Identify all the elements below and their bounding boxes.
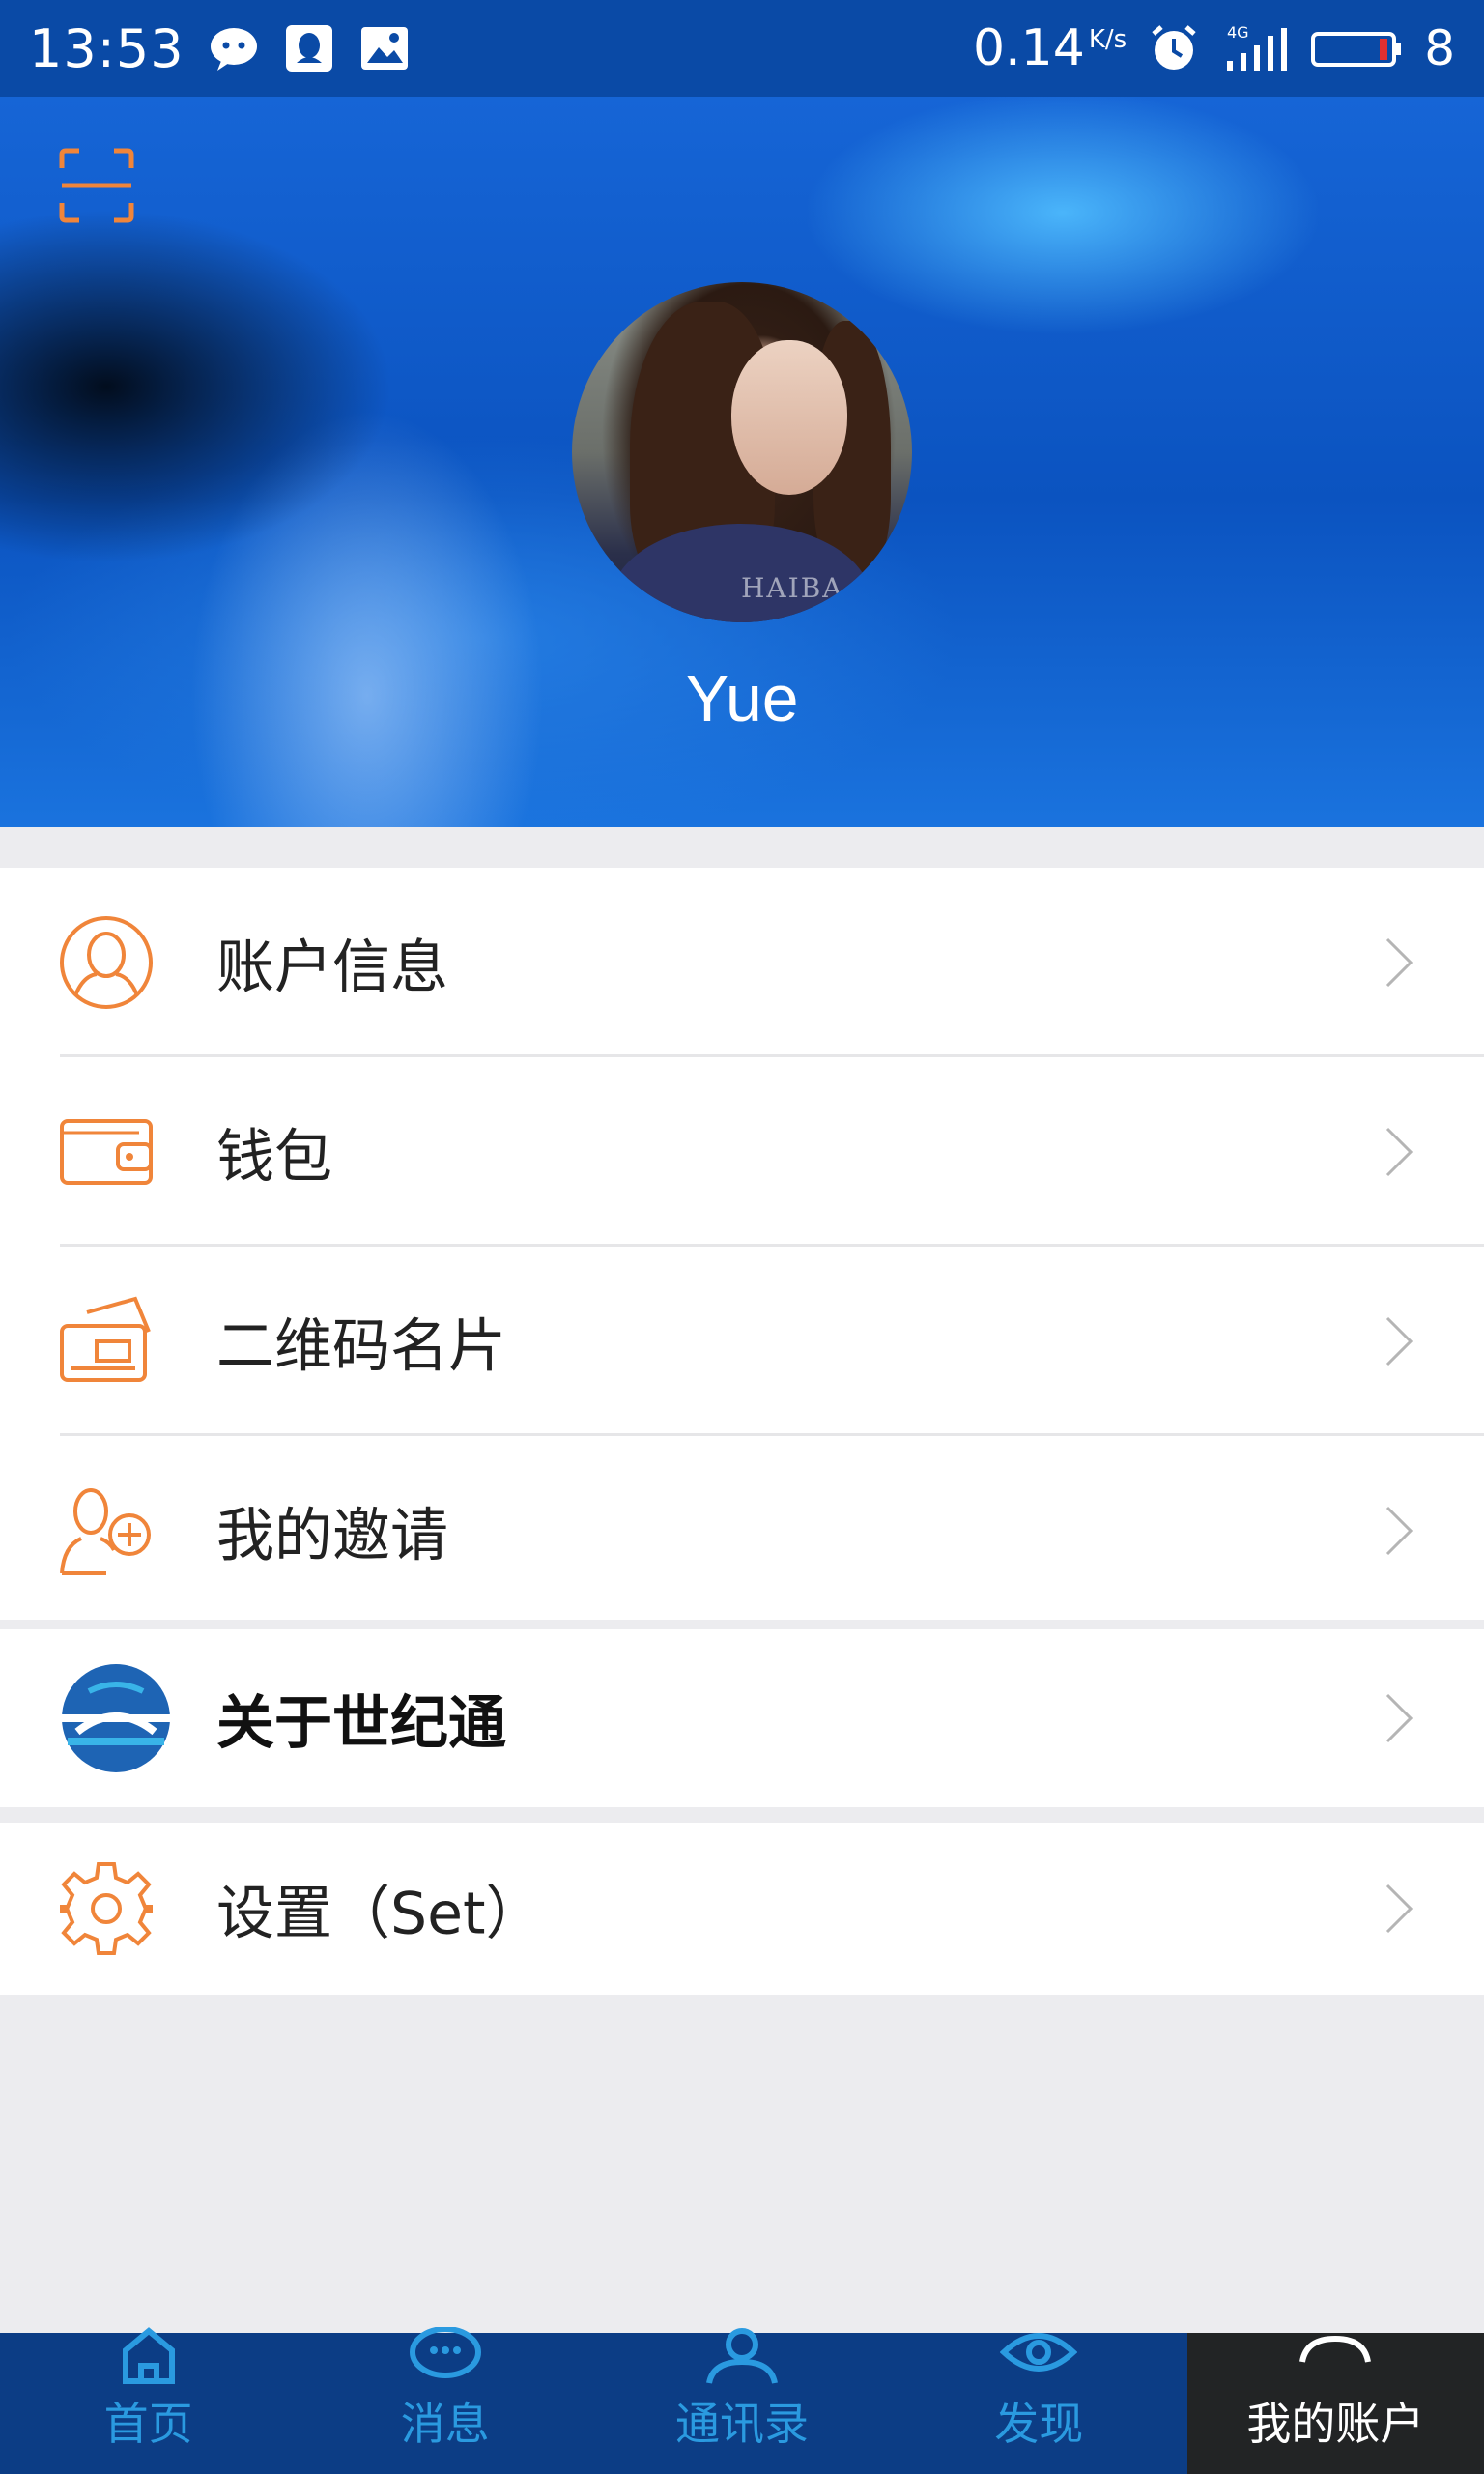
chevron-right-icon — [1382, 935, 1416, 990]
contacts-icon — [703, 2327, 781, 2385]
qr-card-icon — [58, 1293, 155, 1390]
nav-label: 首页 — [103, 2398, 193, 2450]
menu-label: 二维码名片 — [216, 1312, 506, 1381]
chevron-right-icon — [1382, 1125, 1416, 1179]
status-bar-left: 13:53 — [29, 0, 411, 97]
nav-label: 发现 — [994, 2398, 1084, 2450]
message-icon — [407, 2326, 484, 2385]
invite-user-icon — [58, 1482, 155, 1579]
username: Yue — [685, 662, 799, 735]
gallery-icon — [358, 22, 411, 74]
bottom-nav: 首页 消息 通讯录 发现 我的账户 — [0, 2326, 1484, 2474]
nav-item-messages[interactable]: 消息 — [297, 2326, 593, 2474]
nav-item-my-account[interactable]: 我的账户 — [1186, 2333, 1484, 2474]
alarm-icon — [1148, 22, 1200, 74]
nav-item-discover[interactable]: 发现 — [891, 2333, 1187, 2474]
app-logo-icon — [60, 1662, 172, 1774]
status-time: 13:53 — [29, 17, 185, 79]
status-bar-right: 0.14 K/s 4G 8 — [973, 0, 1455, 97]
qq-icon — [283, 22, 335, 74]
nav-label: 通讯录 — [675, 2398, 809, 2450]
network-speed-unit: K/s — [1088, 24, 1127, 54]
home-icon — [110, 2327, 187, 2385]
chevron-right-icon — [1382, 1691, 1416, 1745]
menu-label: 设置（Set） — [216, 1880, 544, 1948]
menu-label: 钱包 — [216, 1123, 332, 1192]
status-bar: 13:53 0.14 K/s 4G 8 — [0, 0, 1484, 97]
section-gap-settings — [0, 1807, 1484, 1823]
avatar[interactable]: HAIBA — [572, 282, 912, 622]
chevron-right-icon — [1382, 1882, 1416, 1936]
account-icon — [1297, 2327, 1374, 2385]
discover-icon — [999, 2327, 1078, 2385]
menu-label: 关于世纪通 — [216, 1689, 506, 1758]
nav-label: 消息 — [400, 2398, 490, 2450]
account-info-icon — [58, 914, 155, 1011]
section-gap-mid — [0, 1620, 1484, 1629]
menu-item-qr-card[interactable]: 二维码名片 — [0, 1247, 1484, 1436]
avatar-watermark: HAIBA — [741, 572, 844, 604]
nav-item-home[interactable]: 首页 — [0, 2327, 297, 2474]
menu-label: 我的邀请 — [216, 1502, 448, 1570]
menu-item-about[interactable]: 关于世纪通 — [0, 1629, 1484, 1807]
battery-level: 8 — [1424, 20, 1455, 76]
gear-icon — [58, 1860, 155, 1957]
network-speed-value: 0.14 — [973, 19, 1085, 77]
menu-label: 账户信息 — [216, 934, 448, 1002]
profile-header: HAIBA Yue — [0, 97, 1484, 827]
chevron-right-icon — [1382, 1504, 1416, 1558]
chevron-right-icon — [1382, 1314, 1416, 1368]
menu-item-my-invite[interactable]: 我的邀请 — [0, 1436, 1484, 1625]
network-speed: 0.14 K/s — [973, 19, 1127, 77]
scan-icon[interactable] — [58, 147, 135, 224]
battery-icon — [1310, 22, 1403, 74]
wallet-icon — [58, 1104, 155, 1200]
nav-item-contacts[interactable]: 通讯录 — [593, 2328, 890, 2474]
wechat-icon — [208, 22, 260, 74]
nav-label: 我的账户 — [1246, 2398, 1425, 2450]
signal-icon: 4G — [1221, 22, 1289, 74]
menu-item-wallet[interactable]: 钱包 — [0, 1057, 1484, 1247]
network-type: 4G — [1227, 23, 1249, 42]
section-gap-top — [0, 827, 1484, 868]
avatar-face — [731, 340, 847, 495]
menu-item-settings[interactable]: 设置（Set） — [0, 1823, 1484, 1995]
menu-item-account-info[interactable]: 账户信息 — [0, 868, 1484, 1057]
